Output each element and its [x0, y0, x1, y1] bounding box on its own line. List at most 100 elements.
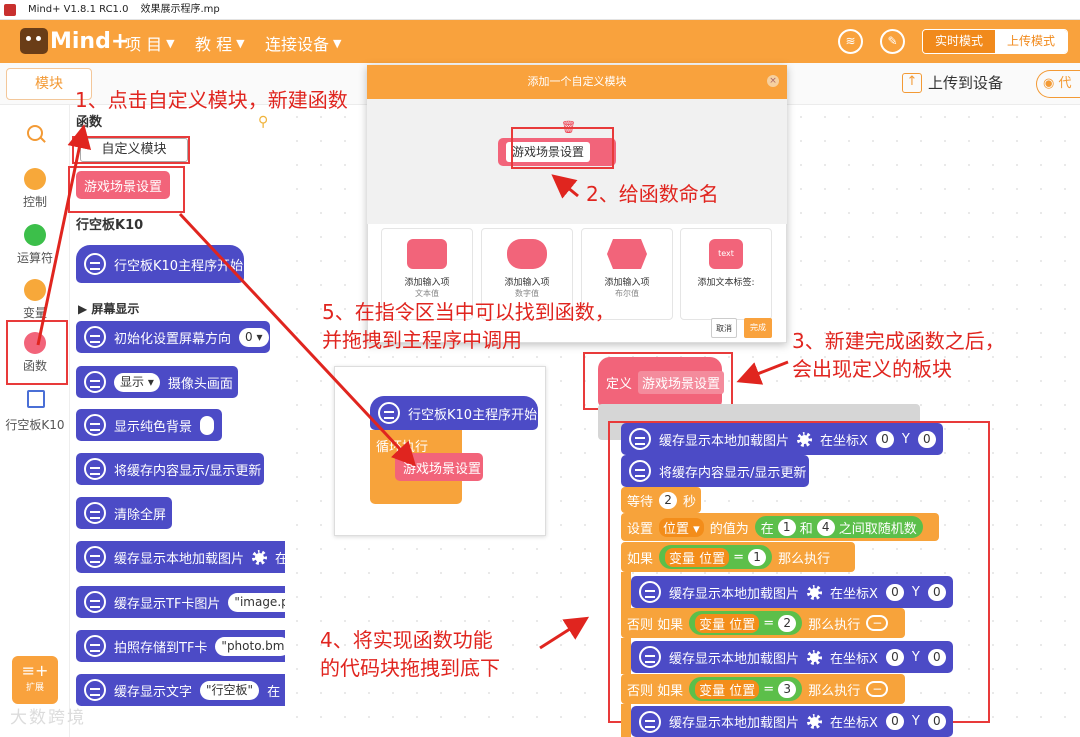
annotation-step-2: 2、给函数命名: [586, 182, 719, 206]
upload-label: 上传到设备: [928, 74, 1004, 92]
screen-display-section[interactable]: ▶ 屏幕显示: [78, 300, 139, 317]
chevron-down-icon: ▼: [236, 36, 245, 50]
minus-circle-icon[interactable]: −: [866, 681, 889, 697]
highlight-function-block: [68, 166, 185, 213]
highlight-functions-category: [6, 320, 68, 385]
highlight-function-name: [511, 127, 614, 169]
operators-dot-icon: [24, 224, 46, 246]
k10-section-title: 行空板K10: [76, 218, 144, 233]
edit-icon[interactable]: ✎: [880, 29, 905, 54]
watermark: 大数跨境: [10, 708, 86, 728]
code-load-image-1[interactable]: 缓存显示本地加载图片 在坐标X 0 Y 0: [621, 423, 943, 455]
code-if-block[interactable]: 如果 变量 位置 = 1 那么执行: [621, 542, 855, 572]
dragged-function-block[interactable]: 游戏场景设置: [395, 453, 483, 481]
else-if-branch-bar-2: [621, 704, 631, 737]
search-icon[interactable]: [27, 125, 43, 141]
show-dropdown[interactable]: 显示 ▾: [114, 372, 160, 392]
control-dot-icon: [24, 168, 46, 190]
direction-dropdown[interactable]: 0 ▾: [239, 327, 269, 347]
block-camera-display[interactable]: 显示 ▾ 摄像头画面: [76, 366, 238, 398]
gear-icon[interactable]: [807, 714, 823, 729]
title-bar: Mind+ V1.8.1 RC1.0 效果展示程序.mp: [0, 0, 1080, 20]
highlight-define-block: [583, 352, 733, 410]
variables-dot-icon: [24, 279, 46, 301]
code-show-update[interactable]: 将缓存内容显示/显示更新: [621, 455, 809, 487]
gear-icon[interactable]: [807, 584, 823, 600]
photo-filename-input[interactable]: "photo.bm: [215, 636, 285, 656]
mode-switch: 实时模式 上传模式: [922, 29, 1068, 54]
equals-condition-3[interactable]: 变量 位置 = 3: [689, 677, 803, 701]
menu-project[interactable]: 项 目 ▼: [125, 31, 175, 55]
k10-icon: [629, 428, 651, 450]
gear-icon[interactable]: [807, 649, 823, 665]
k10-icon: [84, 502, 106, 524]
menu-tutorial[interactable]: 教 程 ▼: [195, 31, 245, 55]
extension-button[interactable]: ≡+ 扩展: [12, 656, 58, 704]
done-button[interactable]: 完成: [744, 318, 772, 338]
k10-main-start-block[interactable]: 行空板K10主程序开始: [76, 245, 244, 283]
chevron-down-icon: ▼: [333, 36, 342, 50]
realtime-mode-button[interactable]: 实时模式: [923, 30, 995, 53]
menu-connect-device[interactable]: 连接设备 ▼: [265, 31, 341, 55]
k10-icon: [84, 371, 106, 393]
if-branch-bar: [621, 572, 631, 612]
equals-condition-1[interactable]: 变量 位置 = 1: [659, 545, 773, 569]
variable-dropdown[interactable]: 位置 ▾: [659, 517, 704, 537]
code-set-variable[interactable]: 设置 位置 ▾ 的值为 在 1 和 4 之间取随机数: [621, 513, 939, 541]
annotation-step-5-line-1: 5、在指令区当中可以找到函数，: [322, 300, 615, 324]
code-else-if-block-2[interactable]: 否则 如果 变量 位置 = 3 那么执行 −: [621, 674, 905, 704]
extension-icon: ≡+: [21, 661, 49, 680]
highlight-custom-block-button: [72, 136, 190, 164]
k10-icon: [84, 635, 106, 657]
block-load-local-image[interactable]: 缓存显示本地加载图片在: [76, 541, 285, 573]
code-wait[interactable]: 等待 2 秒: [621, 487, 701, 513]
close-icon[interactable]: ×: [767, 75, 779, 87]
gear-icon[interactable]: [252, 549, 268, 565]
chevron-down-icon: ▼: [166, 36, 175, 50]
number-input-shape-icon: [507, 239, 547, 269]
equals-condition-2[interactable]: 变量 位置 = 2: [689, 611, 803, 635]
robot-logo-icon: [20, 28, 48, 54]
preview-main-start-block: 行空板K10主程序开始: [370, 396, 538, 430]
minus-circle-icon[interactable]: −: [866, 615, 889, 631]
category-k10[interactable]: 行空板K10: [0, 416, 70, 433]
block-clear-screen[interactable]: 清除全屏: [76, 497, 172, 529]
category-operators[interactable]: 运算符: [0, 224, 70, 266]
image-filename-input[interactable]: "image.p: [228, 592, 285, 612]
category-variables[interactable]: 变量: [0, 279, 70, 321]
add-text-label-option[interactable]: text 添加文本标签:: [680, 228, 772, 320]
k10-icon: [639, 646, 661, 668]
category-control[interactable]: 控制: [0, 168, 70, 210]
color-picker[interactable]: [200, 415, 214, 435]
block-tf-card-image[interactable]: 缓存显示TF卡图片 "image.p: [76, 586, 285, 618]
code-load-image-4[interactable]: 缓存显示本地加载图片 在坐标X 0 Y 0: [631, 706, 953, 737]
code-else-if-block-1[interactable]: 否则 如果 变量 位置 = 2 那么执行 −: [621, 608, 905, 638]
else-if-branch-bar-1: [621, 638, 631, 674]
feedback-icon[interactable]: ≋: [838, 29, 863, 54]
k10-icon: [629, 460, 651, 482]
block-init-screen-direction[interactable]: 初始化设置屏幕方向 0 ▾: [76, 321, 270, 353]
block-photo-to-tf[interactable]: 拍照存储到TF卡 "photo.bm: [76, 630, 285, 662]
gear-icon[interactable]: [797, 431, 813, 447]
code-load-image-3[interactable]: 缓存显示本地加载图片 在坐标X 0 Y 0: [631, 641, 953, 673]
boolean-input-shape-icon: [607, 239, 647, 269]
annotation-step-4-line-2: 的代码块拖拽到底下: [320, 656, 500, 680]
k10-icon: [84, 253, 106, 275]
text-input[interactable]: "行空板": [200, 680, 260, 700]
code-load-image-2[interactable]: 缓存显示本地加载图片 在坐标X 0 Y 0: [631, 576, 953, 608]
tab-code[interactable]: ◉ 代: [1036, 70, 1080, 98]
upload-mode-button[interactable]: 上传模式: [995, 30, 1067, 53]
upload-to-device-button[interactable]: ↑ 上传到设备: [902, 72, 1003, 93]
pin-icon[interactable]: ⚲: [258, 114, 268, 130]
cancel-button[interactable]: 取消: [711, 318, 737, 338]
app-logo: Mind+: [20, 28, 129, 54]
k10-icon: [378, 402, 400, 424]
block-show-update[interactable]: 将缓存内容显示/显示更新: [76, 453, 264, 485]
annotation-step-1: 1、点击自定义模块，新建函数: [75, 88, 348, 112]
random-number-block[interactable]: 在 1 和 4 之间取随机数: [754, 516, 923, 538]
block-show-text[interactable]: 缓存显示文字 "行空板" 在: [76, 674, 285, 706]
annotation-step-5-line-2: 并拖拽到主程序中调用: [322, 328, 522, 352]
annotation-step-3-line-2: 会出现定义的板块: [792, 357, 952, 381]
block-solid-background[interactable]: 显示纯色背景: [76, 409, 222, 441]
app-icon: [4, 3, 16, 16]
